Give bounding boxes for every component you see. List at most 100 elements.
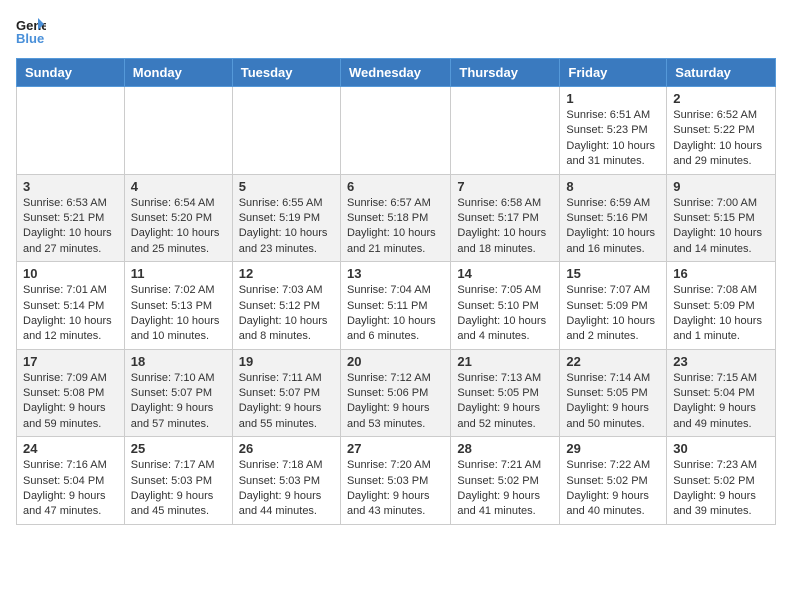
day-info: Sunrise: 7:13 AM Sunset: 5:05 PM Dayligh…: [457, 371, 553, 433]
calendar-week-3: 10 Sunrise: 7:01 AM Sunset: 5:14 PM Dayli…: [17, 262, 776, 350]
day-number: 9: [673, 179, 769, 194]
calendar-cell: 15 Sunrise: 7:07 AM Sunset: 5:09 PM Dayli…: [560, 262, 667, 350]
calendar-cell: 22 Sunrise: 7:14 AM Sunset: 5:05 PM Dayli…: [560, 349, 667, 437]
weekday-header-row: SundayMondayTuesdayWednesdayThursdayFrid…: [17, 59, 776, 87]
calendar-cell: 11Sunrise: 7:02 AM Sunset: 5:13 PM Dayli…: [124, 262, 232, 350]
day-info: Sunrise: 7:07 AM Sunset: 5:09 PM Dayligh…: [566, 283, 660, 345]
day-number: 18: [131, 354, 226, 369]
day-info: Sunrise: 7:00 AM Sunset: 5:15 PM Dayligh…: [673, 196, 769, 258]
day-number: 22: [566, 354, 660, 369]
calendar-cell: 16Sunrise: 7:08 AM Sunset: 5:09 PM Dayli…: [667, 262, 776, 350]
calendar-cell: 28Sunrise: 7:21 AM Sunset: 5:02 PM Dayli…: [451, 437, 560, 525]
logo-icon: General Blue: [16, 16, 46, 46]
day-info: Sunrise: 7:15 AM Sunset: 5:04 PM Dayligh…: [673, 371, 769, 433]
day-info: Sunrise: 7:23 AM Sunset: 5:02 PM Dayligh…: [673, 458, 769, 520]
calendar-cell: [17, 87, 125, 175]
day-number: 19: [239, 354, 334, 369]
weekday-header-wednesday: Wednesday: [340, 59, 450, 87]
day-info: Sunrise: 7:17 AM Sunset: 5:03 PM Dayligh…: [131, 458, 226, 520]
weekday-header-saturday: Saturday: [667, 59, 776, 87]
day-number: 25: [131, 441, 226, 456]
day-number: 29: [566, 441, 660, 456]
day-info: Sunrise: 6:52 AM Sunset: 5:22 PM Dayligh…: [673, 108, 769, 170]
day-number: 3: [23, 179, 118, 194]
day-number: 2: [673, 91, 769, 106]
calendar-cell: 9 Sunrise: 7:00 AM Sunset: 5:15 PM Daylig…: [667, 174, 776, 262]
page-header: General Blue: [16, 16, 776, 46]
calendar-cell: 30 Sunrise: 7:23 AM Sunset: 5:02 PM Dayli…: [667, 437, 776, 525]
day-info: Sunrise: 6:57 AM Sunset: 5:18 PM Dayligh…: [347, 196, 444, 258]
day-info: Sunrise: 7:14 AM Sunset: 5:05 PM Dayligh…: [566, 371, 660, 433]
day-number: 30: [673, 441, 769, 456]
day-info: Sunrise: 7:01 AM Sunset: 5:14 PM Dayligh…: [23, 283, 118, 345]
day-number: 5: [239, 179, 334, 194]
day-number: 27: [347, 441, 444, 456]
day-info: Sunrise: 7:20 AM Sunset: 5:03 PM Dayligh…: [347, 458, 444, 520]
calendar-cell: 27 Sunrise: 7:20 AM Sunset: 5:03 PM Dayli…: [340, 437, 450, 525]
day-info: Sunrise: 7:03 AM Sunset: 5:12 PM Dayligh…: [239, 283, 334, 345]
day-info: Sunrise: 7:08 AM Sunset: 5:09 PM Dayligh…: [673, 283, 769, 345]
day-number: 6: [347, 179, 444, 194]
calendar-cell: [124, 87, 232, 175]
logo: General Blue: [16, 16, 46, 46]
day-number: 4: [131, 179, 226, 194]
day-number: 26: [239, 441, 334, 456]
calendar-cell: 3 Sunrise: 6:53 AM Sunset: 5:21 PM Daylig…: [17, 174, 125, 262]
calendar-week-4: 17Sunrise: 7:09 AM Sunset: 5:08 PM Dayli…: [17, 349, 776, 437]
calendar-cell: 10 Sunrise: 7:01 AM Sunset: 5:14 PM Dayli…: [17, 262, 125, 350]
weekday-header-thursday: Thursday: [451, 59, 560, 87]
day-info: Sunrise: 6:55 AM Sunset: 5:19 PM Dayligh…: [239, 196, 334, 258]
calendar-cell: 12Sunrise: 7:03 AM Sunset: 5:12 PM Dayli…: [232, 262, 340, 350]
day-number: 7: [457, 179, 553, 194]
day-info: Sunrise: 6:53 AM Sunset: 5:21 PM Dayligh…: [23, 196, 118, 258]
calendar-cell: 6 Sunrise: 6:57 AM Sunset: 5:18 PM Daylig…: [340, 174, 450, 262]
day-info: Sunrise: 7:22 AM Sunset: 5:02 PM Dayligh…: [566, 458, 660, 520]
calendar-week-2: 3 Sunrise: 6:53 AM Sunset: 5:21 PM Daylig…: [17, 174, 776, 262]
svg-text:Blue: Blue: [16, 31, 44, 46]
calendar-cell: 21 Sunrise: 7:13 AM Sunset: 5:05 PM Dayli…: [451, 349, 560, 437]
weekday-header-sunday: Sunday: [17, 59, 125, 87]
calendar-week-1: 1 Sunrise: 6:51 AM Sunset: 5:23 PM Daylig…: [17, 87, 776, 175]
calendar-cell: [232, 87, 340, 175]
calendar-cell: 14Sunrise: 7:05 AM Sunset: 5:10 PM Dayli…: [451, 262, 560, 350]
calendar-cell: 13 Sunrise: 7:04 AM Sunset: 5:11 PM Dayli…: [340, 262, 450, 350]
day-info: Sunrise: 7:02 AM Sunset: 5:13 PM Dayligh…: [131, 283, 226, 345]
day-info: Sunrise: 7:11 AM Sunset: 5:07 PM Dayligh…: [239, 371, 334, 433]
day-number: 28: [457, 441, 553, 456]
day-info: Sunrise: 6:58 AM Sunset: 5:17 PM Dayligh…: [457, 196, 553, 258]
calendar-week-5: 24Sunrise: 7:16 AM Sunset: 5:04 PM Dayli…: [17, 437, 776, 525]
weekday-header-tuesday: Tuesday: [232, 59, 340, 87]
calendar-table: SundayMondayTuesdayWednesdayThursdayFrid…: [16, 58, 776, 525]
day-number: 17: [23, 354, 118, 369]
day-number: 10: [23, 266, 118, 281]
day-number: 21: [457, 354, 553, 369]
calendar-cell: 1 Sunrise: 6:51 AM Sunset: 5:23 PM Daylig…: [560, 87, 667, 175]
calendar-cell: 26 Sunrise: 7:18 AM Sunset: 5:03 PM Dayli…: [232, 437, 340, 525]
day-number: 15: [566, 266, 660, 281]
day-info: Sunrise: 6:59 AM Sunset: 5:16 PM Dayligh…: [566, 196, 660, 258]
day-info: Sunrise: 7:12 AM Sunset: 5:06 PM Dayligh…: [347, 371, 444, 433]
calendar-cell: 8Sunrise: 6:59 AM Sunset: 5:16 PM Daylig…: [560, 174, 667, 262]
calendar-cell: 20 Sunrise: 7:12 AM Sunset: 5:06 PM Dayli…: [340, 349, 450, 437]
day-number: 24: [23, 441, 118, 456]
calendar-cell: [451, 87, 560, 175]
calendar-cell: 18 Sunrise: 7:10 AM Sunset: 5:07 PM Dayli…: [124, 349, 232, 437]
calendar-cell: 2 Sunrise: 6:52 AM Sunset: 5:22 PM Daylig…: [667, 87, 776, 175]
day-info: Sunrise: 7:10 AM Sunset: 5:07 PM Dayligh…: [131, 371, 226, 433]
weekday-header-monday: Monday: [124, 59, 232, 87]
calendar-cell: 7 Sunrise: 6:58 AM Sunset: 5:17 PM Daylig…: [451, 174, 560, 262]
calendar-cell: 17Sunrise: 7:09 AM Sunset: 5:08 PM Dayli…: [17, 349, 125, 437]
day-info: Sunrise: 6:54 AM Sunset: 5:20 PM Dayligh…: [131, 196, 226, 258]
day-number: 13: [347, 266, 444, 281]
day-number: 1: [566, 91, 660, 106]
calendar-cell: 4 Sunrise: 6:54 AM Sunset: 5:20 PM Daylig…: [124, 174, 232, 262]
day-number: 20: [347, 354, 444, 369]
weekday-header-friday: Friday: [560, 59, 667, 87]
calendar-cell: 25 Sunrise: 7:17 AM Sunset: 5:03 PM Dayli…: [124, 437, 232, 525]
calendar-cell: 29 Sunrise: 7:22 AM Sunset: 5:02 PM Dayli…: [560, 437, 667, 525]
day-info: Sunrise: 7:04 AM Sunset: 5:11 PM Dayligh…: [347, 283, 444, 345]
day-info: Sunrise: 6:51 AM Sunset: 5:23 PM Dayligh…: [566, 108, 660, 170]
day-info: Sunrise: 7:18 AM Sunset: 5:03 PM Dayligh…: [239, 458, 334, 520]
calendar-cell: [340, 87, 450, 175]
day-number: 14: [457, 266, 553, 281]
